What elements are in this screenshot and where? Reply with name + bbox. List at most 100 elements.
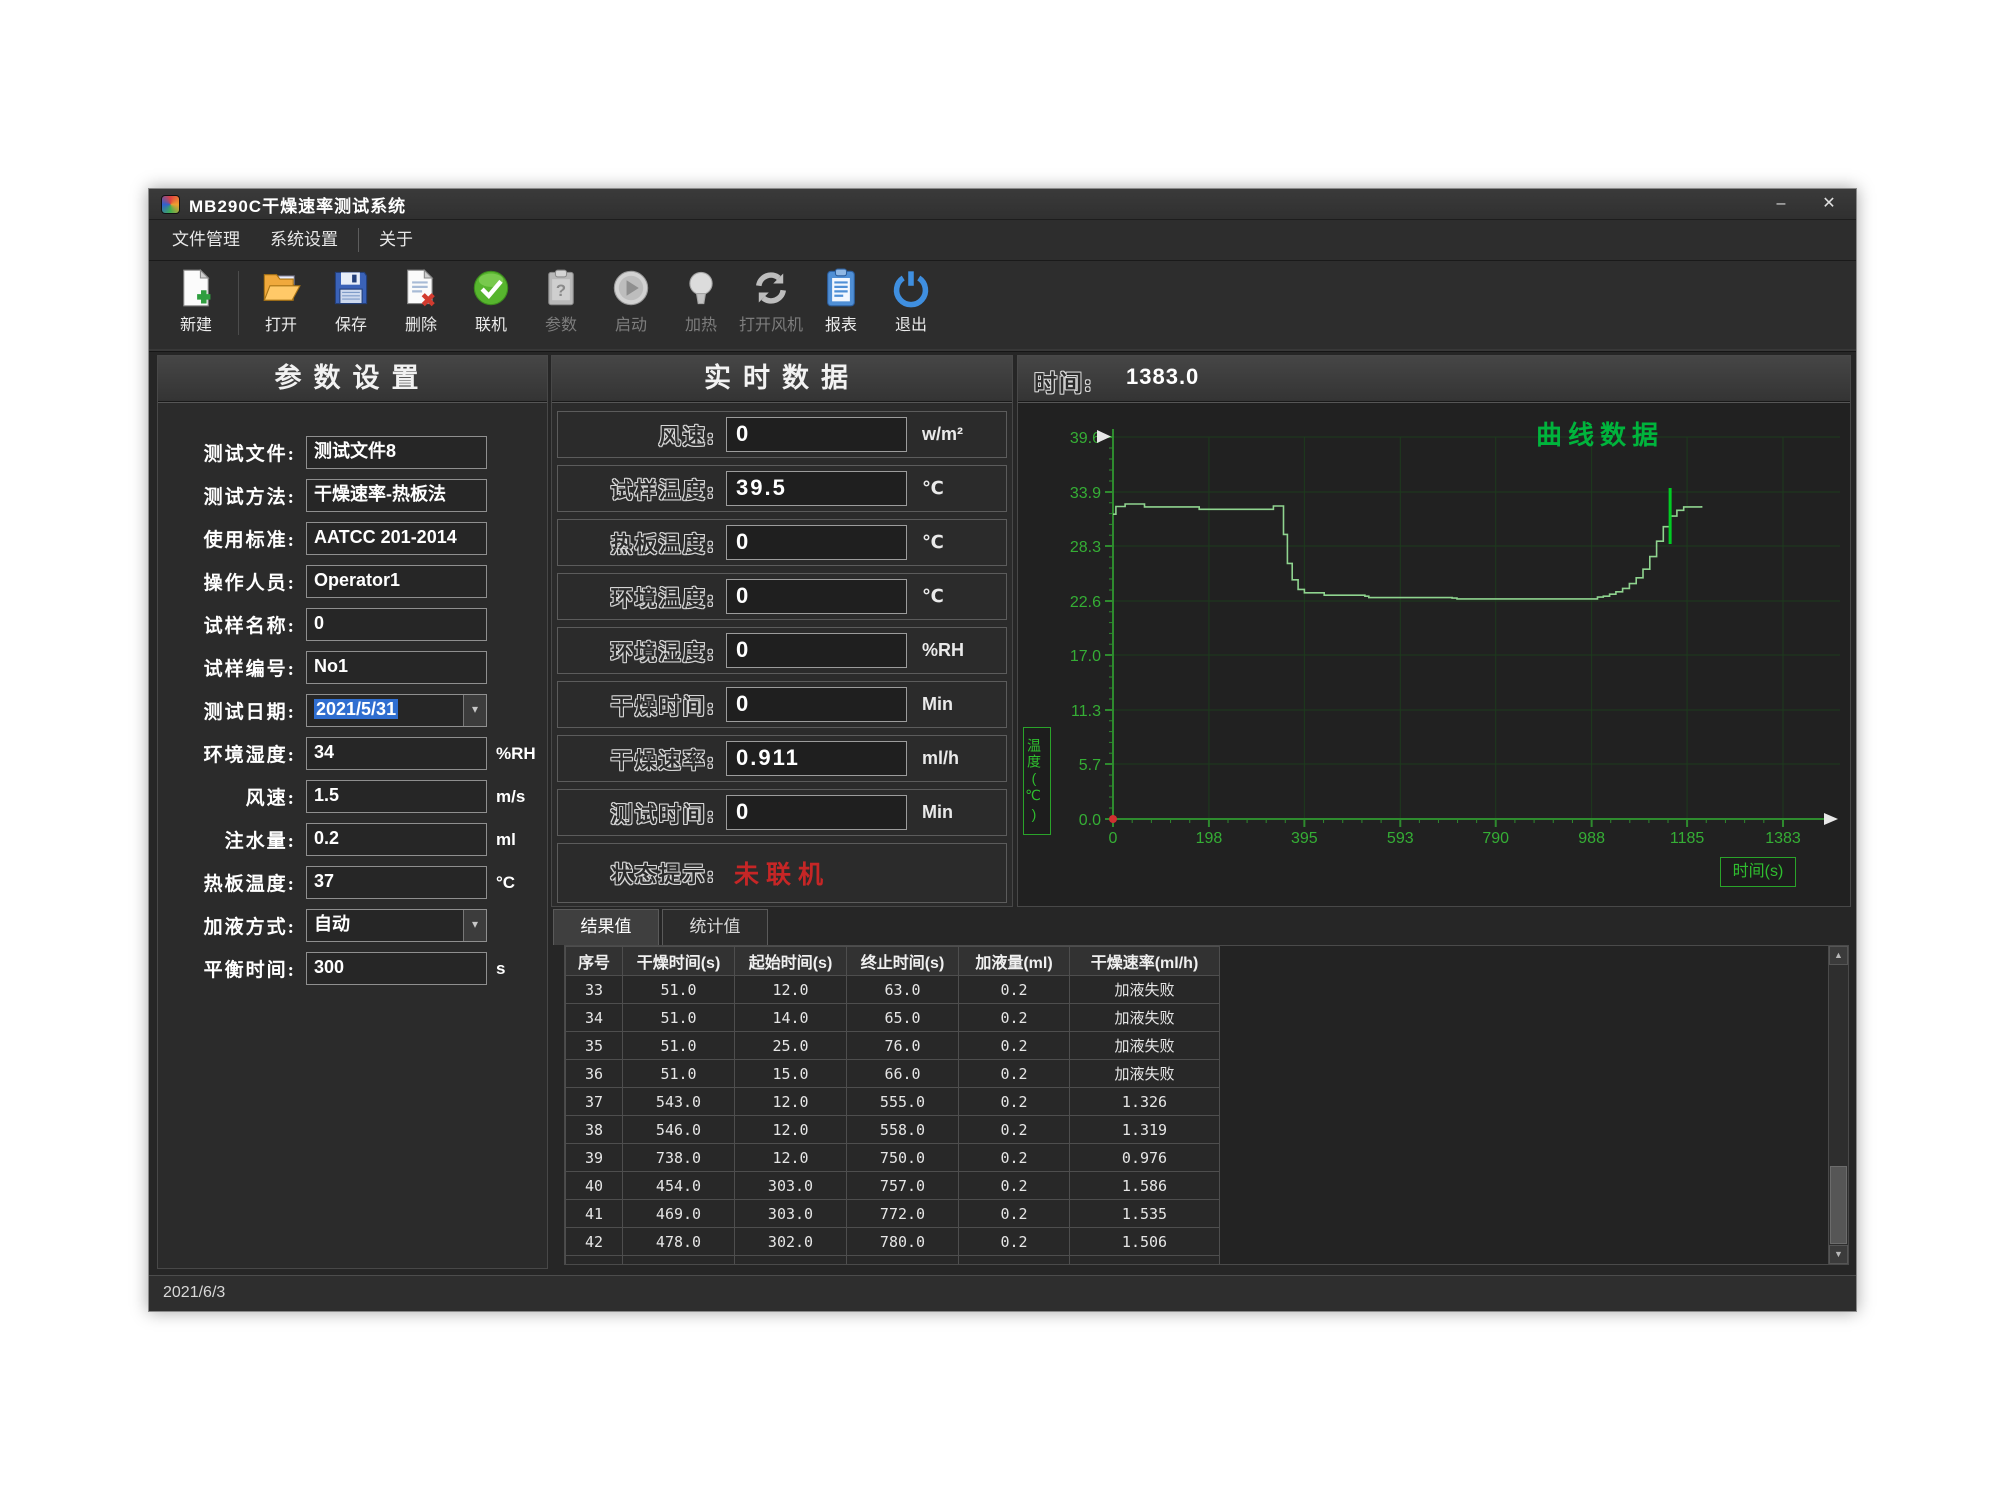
chart-panel: 时间: 1383.0 39.633.928.322.617.011.35.70.…: [1017, 355, 1851, 907]
table-row[interactable]: 41469.0303.0772.00.21.535: [566, 1200, 1220, 1228]
table-cell: 0.976: [1070, 1144, 1220, 1172]
realtime-label: 测试时间:: [558, 797, 716, 829]
toolbar-button[interactable]: 打开: [246, 268, 316, 335]
param-input[interactable]: 1.5: [306, 780, 487, 813]
table-row[interactable]: 3651.015.066.00.2加液失败: [566, 1060, 1220, 1088]
realtime-label: 干燥速率:: [558, 743, 716, 775]
table-row[interactable]: 37543.012.0555.00.21.326: [566, 1088, 1220, 1116]
realtime-label: 环境湿度:: [558, 635, 716, 667]
param-input[interactable]: 34: [306, 737, 487, 770]
table-row[interactable]: 3351.012.063.00.2加液失败: [566, 976, 1220, 1004]
table-row[interactable]: 3551.025.076.00.2加液失败: [566, 1032, 1220, 1060]
realtime-value: 0: [726, 687, 907, 722]
table-cell: 0.2: [959, 1256, 1070, 1266]
table-cell: 543.0: [623, 1088, 735, 1116]
realtime-row: 干燥速率:0.911ml/h: [557, 735, 1007, 782]
param-input[interactable]: 300: [306, 952, 487, 985]
param-field-row: 测试日期:2021/5/31▾: [158, 689, 547, 732]
realtime-row: 环境湿度:0%RH: [557, 627, 1007, 674]
x-tick-label: 0: [1109, 830, 1118, 847]
table-cell: 65.0: [847, 1004, 959, 1032]
table-row[interactable]: 38546.012.0558.00.21.319: [566, 1116, 1220, 1144]
param-field-row: 使用标准:AATCC 201-2014: [158, 517, 547, 560]
tab-结果值[interactable]: 结果值: [553, 909, 659, 945]
connect-icon: [471, 268, 511, 308]
param-input[interactable]: AATCC 201-2014: [306, 522, 487, 555]
param-label: 操作人员:: [158, 568, 296, 595]
scroll-down-icon[interactable]: ▼: [1829, 1245, 1848, 1264]
table-row[interactable]: 40454.0303.0757.00.21.586: [566, 1172, 1220, 1200]
toolbar-button-label: 保存: [335, 311, 367, 335]
results-table: 序号干燥时间(s)起始时间(s)终止时间(s)加液量(ml)干燥速率(ml/h)…: [565, 946, 1220, 1265]
toolbar-button-label: 退出: [895, 311, 927, 335]
open-folder-icon: [261, 268, 301, 308]
menu-bar: 文件管理系统设置关于: [149, 220, 1856, 261]
menu-item-1[interactable]: 文件管理: [157, 220, 255, 260]
realtime-row: 干燥时间:0Min: [557, 681, 1007, 728]
params-icon: ?: [541, 268, 581, 308]
table-cell: 303.0: [735, 1172, 847, 1200]
toolbar-button[interactable]: 报表: [806, 268, 876, 335]
realtime-label: 风速:: [558, 419, 716, 451]
scroll-up-icon[interactable]: ▲: [1829, 946, 1848, 965]
report-icon: [821, 268, 861, 308]
toolbar-button[interactable]: 保存: [316, 268, 386, 335]
realtime-label: 环境温度:: [558, 581, 716, 613]
toolbar-button[interactable]: 删除: [386, 268, 456, 335]
realtime-value: 39.5: [726, 471, 907, 506]
table-cell: 12.0: [735, 1088, 847, 1116]
param-input[interactable]: 干燥速率-热板法: [306, 479, 487, 512]
x-tick-label: 1383: [1765, 830, 1801, 847]
toolbar: 新建打开保存删除联机?参数启动加热打开风机报表退出: [149, 261, 1856, 352]
chart-header: 时间: 1383.0: [1018, 356, 1850, 402]
column-header: 干燥时间(s): [623, 947, 735, 976]
scrollbar-thumb[interactable]: [1830, 1166, 1847, 1244]
menu-item-3[interactable]: 关于: [364, 220, 428, 260]
realtime-unit: Min: [922, 802, 953, 823]
table-cell: 1.586: [1070, 1172, 1220, 1200]
x-axis-label[interactable]: 时间(s): [1720, 857, 1796, 887]
param-input[interactable]: 测试文件8: [306, 436, 487, 469]
realtime-unit: ml/h: [922, 748, 959, 769]
table-cell: 303.0: [735, 1200, 847, 1228]
param-label: 加液方式:: [158, 912, 296, 939]
param-input[interactable]: 37: [306, 866, 487, 899]
toolbar-button-label: 删除: [405, 311, 437, 335]
vertical-scrollbar[interactable]: ▲ ▼: [1828, 945, 1849, 1265]
chevron-down-icon[interactable]: ▾: [463, 695, 486, 726]
y-tick-label: 39.6: [1070, 430, 1101, 447]
realtime-unit: %RH: [922, 640, 964, 661]
param-label: 风速:: [158, 783, 296, 810]
table-cell: 12.0: [735, 1116, 847, 1144]
param-input[interactable]: Operator1: [306, 565, 487, 598]
table-cell: 加液失败: [1070, 976, 1220, 1004]
table-row[interactable]: 42478.0302.0780.00.21.506: [566, 1228, 1220, 1256]
param-combo[interactable]: 2021/5/31▾: [306, 694, 487, 727]
param-input[interactable]: 0: [306, 608, 487, 641]
table-row[interactable]: 39738.012.0750.00.20.976: [566, 1144, 1220, 1172]
param-label: 试样名称:: [158, 611, 296, 638]
table-row[interactable]: 43790.0303.01093.00.20.911: [566, 1256, 1220, 1266]
axis-end-arrow: [1824, 813, 1838, 825]
table-cell: 35: [566, 1032, 623, 1060]
close-button[interactable]: ✕: [1806, 189, 1852, 219]
results-tabs: 结果值统计值: [551, 909, 1849, 945]
table-cell: 1.319: [1070, 1116, 1220, 1144]
chevron-down-icon[interactable]: ▾: [463, 910, 486, 941]
toolbar-button[interactable]: 新建: [161, 268, 231, 335]
toolbar-button-label: 报表: [825, 311, 857, 335]
exit-button[interactable]: 退出: [876, 268, 946, 335]
param-input[interactable]: 0.2: [306, 823, 487, 856]
chart-time-value: 1383.0: [1126, 364, 1199, 390]
tab-统计值[interactable]: 统计值: [662, 909, 768, 945]
column-header: 起始时间(s): [735, 947, 847, 976]
menu-item-2[interactable]: 系统设置: [255, 220, 353, 260]
title-bar[interactable]: MB290C干燥速率测试系统 – ✕: [149, 189, 1856, 220]
param-input[interactable]: No1: [306, 651, 487, 684]
y-tick-label: 11.3: [1071, 703, 1101, 720]
param-combo[interactable]: 自动▾: [306, 909, 487, 942]
minimize-button[interactable]: –: [1758, 189, 1804, 219]
param-field-row: 环境湿度:34%RH: [158, 732, 547, 775]
toolbar-button[interactable]: 联机: [456, 268, 526, 335]
table-row[interactable]: 3451.014.065.00.2加液失败: [566, 1004, 1220, 1032]
